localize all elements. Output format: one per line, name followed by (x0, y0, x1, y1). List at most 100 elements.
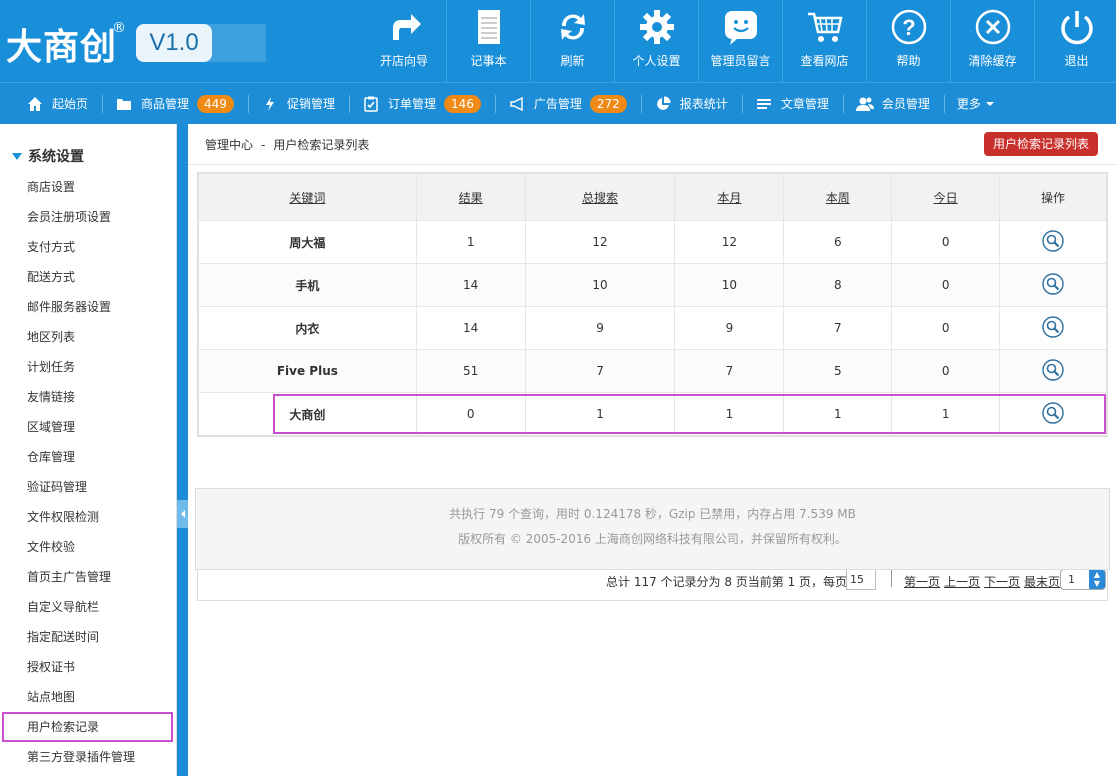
magnifier-icon[interactable] (1042, 358, 1064, 381)
sidebar-collapse-button[interactable] (177, 500, 188, 528)
cell-total: 9 (524, 306, 676, 350)
sidebar-item[interactable]: 自定义导航栏 (0, 592, 176, 622)
column-header[interactable]: 本月 (674, 173, 785, 221)
prev-page-link[interactable]: 上一页 (944, 575, 980, 589)
breadcrumb-current: 用户检索记录列表 (273, 138, 370, 152)
menu-promotion[interactable]: 促销管理 (261, 83, 347, 125)
menu-goods[interactable]: 商品管理 449 (115, 83, 246, 125)
menu-articles[interactable]: 文章管理 (755, 83, 841, 125)
menu-home[interactable]: 起始页 (26, 83, 100, 125)
sort-link[interactable]: 本周 (826, 191, 850, 205)
sort-link[interactable]: 关键词 (289, 191, 325, 205)
cell-today: 0 (891, 263, 1001, 307)
smiley-chat-icon (722, 8, 760, 46)
topnav-personal-settings[interactable]: 个人设置 (614, 0, 698, 82)
sidebar-item[interactable]: 支付方式 (0, 232, 176, 262)
sidebar-item[interactable]: 站点地图 (0, 682, 176, 712)
footer-copyright: 版权所有 © 2005-2016 上海商创网络科技有限公司，并保留所有权利。 (458, 532, 847, 546)
cell-month: 12 (674, 220, 785, 264)
menu-orders[interactable]: 订单管理 146 (362, 83, 493, 125)
cell-keyword: 大商创 (198, 392, 417, 436)
sidebar-item[interactable]: 首页主广告管理 (0, 562, 176, 592)
sidebar-item[interactable]: 地区列表 (0, 322, 176, 352)
triangle-left-icon (180, 510, 185, 518)
sidebar-item[interactable]: 配送方式 (0, 262, 176, 292)
main-content: 管理中心 - 用户检索记录列表 用户检索记录列表 关键词 结果 总搜索 本月 本周 今日 操作 … (188, 124, 1116, 776)
topnav-admin-messages[interactable]: 管理员留言 (698, 0, 782, 82)
column-header[interactable]: 今日 (891, 173, 1001, 221)
sidebar-item[interactable]: 仓库管理 (0, 442, 176, 472)
sidebar-rail (177, 124, 188, 776)
next-page-link[interactable]: 下一页 (984, 575, 1020, 589)
topnav-notepad[interactable]: 记事本 (446, 0, 530, 82)
cell-actions (999, 220, 1107, 264)
cell-month: 10 (674, 263, 785, 307)
topnav-refresh[interactable]: 刷新 (530, 0, 614, 82)
menu-members[interactable]: 会员管理 (855, 83, 942, 125)
menu-separator (640, 94, 642, 113)
topnav-open-store-guide[interactable]: 开店向导 (362, 0, 446, 82)
sidebar-item[interactable]: 第三方登录插件管理 (0, 742, 176, 772)
topnav-label: 刷新 (560, 54, 585, 68)
sidebar-item[interactable]: 区域管理 (0, 412, 176, 442)
breadcrumb-root[interactable]: 管理中心 (205, 138, 253, 152)
folder-icon (115, 95, 133, 113)
topnav-label: 管理员留言 (710, 54, 771, 68)
sidebar-item[interactable]: 验证码管理 (0, 472, 176, 502)
cell-actions (999, 306, 1107, 350)
page-footer: 共执行 79 个查询，用时 0.124178 秒，Gzip 已禁用，内存占用 7… (195, 488, 1110, 570)
refresh-icon (554, 8, 592, 46)
count-badge: 272 (589, 94, 627, 113)
menu-label: 广告管理 (533, 97, 582, 111)
sidebar-item[interactable]: 授权证书 (0, 652, 176, 682)
page-select[interactable]: 1 ▲ ▼ (1060, 569, 1106, 590)
table-body: 周大福 1 12 12 6 0 手机 14 10 10 8 0 内衣 14 9 9 7 0 Five Plus 51 7… (198, 220, 1107, 436)
sidebar-item[interactable]: 文件校验 (0, 532, 176, 562)
menu-label: 起始页 (52, 97, 89, 111)
sidebar-item[interactable]: 商店设置 (0, 172, 176, 202)
table-row: 大商创 0 1 1 1 1 (198, 392, 1107, 436)
cell-results: 14 (415, 263, 526, 307)
cell-month: 7 (674, 349, 785, 393)
sidebar-section-title[interactable]: 系统设置 (0, 140, 176, 172)
sidebar-item[interactable]: 计划任务 (0, 352, 176, 382)
column-header[interactable]: 关键词 (198, 173, 417, 221)
sidebar-item[interactable]: 友情链接 (0, 382, 176, 412)
magnifier-icon[interactable] (1042, 401, 1064, 424)
column-header[interactable]: 总搜索 (524, 173, 676, 221)
sidebar-item[interactable]: 指定配送时间 (0, 622, 176, 652)
page-select-value: 1 (1068, 573, 1075, 586)
last-page-link[interactable]: 最末页 (1024, 575, 1060, 589)
sidebar-item[interactable]: 会员注册项设置 (0, 202, 176, 232)
menu-reports[interactable]: 报表统计 (654, 83, 740, 125)
column-header[interactable]: 本周 (783, 173, 893, 221)
sort-link[interactable]: 总搜索 (582, 191, 618, 205)
sidebar-item[interactable]: 用户检索记录 (2, 712, 173, 742)
cell-actions (999, 349, 1107, 393)
menu-ads[interactable]: 广告管理 272 (508, 83, 639, 125)
topnav-logout[interactable]: 退出 (1034, 0, 1116, 82)
menu-separator (494, 94, 496, 113)
table-row: Five Plus 51 7 7 5 0 (198, 349, 1107, 393)
sidebar-item[interactable]: 邮件服务器设置 (0, 292, 176, 322)
topnav-clear-cache[interactable]: 清除缓存 (950, 0, 1034, 82)
sidebar-item[interactable]: 文件权限检测 (0, 502, 176, 532)
sort-link[interactable]: 结果 (459, 191, 483, 205)
cell-keyword: 手机 (198, 263, 417, 307)
first-page-link[interactable]: 第一页 (904, 575, 940, 589)
topnav-help[interactable]: ? 帮助 (866, 0, 950, 82)
page-title-button[interactable]: 用户检索记录列表 (983, 132, 1098, 156)
sort-link[interactable]: 今日 (934, 191, 958, 205)
column-header[interactable]: 结果 (415, 173, 526, 221)
sort-link[interactable]: 本月 (717, 191, 741, 205)
topnav-view-store[interactable]: 查看网店 (782, 0, 866, 82)
magnifier-icon[interactable] (1042, 229, 1064, 252)
menu-label: 报表统计 (679, 97, 728, 111)
magnifier-icon[interactable] (1042, 315, 1064, 338)
per-page-input[interactable]: 15 (846, 569, 876, 590)
magnifier-icon[interactable] (1042, 272, 1064, 295)
topnav-label: 个人设置 (632, 54, 681, 68)
cell-keyword: 内衣 (198, 306, 417, 350)
cell-total: 10 (524, 263, 676, 307)
menu-more[interactable]: 更多 (957, 83, 1006, 125)
